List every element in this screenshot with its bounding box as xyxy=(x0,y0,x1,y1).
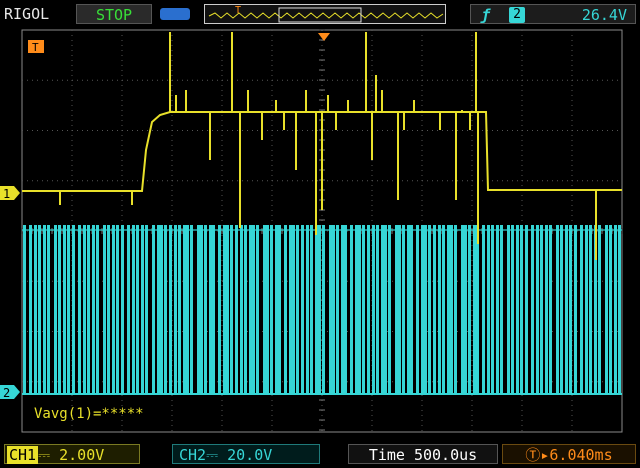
trigger-offset-panel[interactable]: Ⓣ▸6.040ms xyxy=(502,444,636,464)
svg-text:1: 1 xyxy=(3,187,10,201)
ch2-waveform xyxy=(22,225,622,395)
dc-coupling-icon: ⎓ xyxy=(206,446,228,464)
dc-coupling-icon: ⎓ xyxy=(38,446,60,464)
trigger-offset-icon: Ⓣ▸ xyxy=(525,446,550,464)
trigger-offset-value: 6.040ms xyxy=(549,446,613,464)
timebase-value: 500.0us xyxy=(413,446,478,464)
ch1-scale: 2.00V xyxy=(59,446,105,464)
timebase-panel[interactable]: Time 500.0us xyxy=(348,444,498,464)
ch2-ground-marker[interactable]: 2 xyxy=(0,385,20,400)
trigger-level-marker[interactable]: T xyxy=(28,40,44,54)
bottom-status-bar: CH1 ⎓ 2.00V CH2⎓ 20.0V Time 500.0us Ⓣ▸6.0… xyxy=(0,440,640,468)
ch2-label: CH2 xyxy=(179,446,207,464)
ch2-scale: 20.0V xyxy=(227,446,273,464)
ch1-label: CH1 xyxy=(7,446,39,464)
ch1-ground-marker[interactable]: 1 xyxy=(0,186,20,201)
time-label: Time xyxy=(368,446,405,464)
ch1-scale-panel[interactable]: CH1 ⎓ 2.00V xyxy=(4,444,140,464)
measurement-readout: Vavg(1)=***** xyxy=(34,406,144,422)
ch2-scale-panel[interactable]: CH2⎓ 20.0V xyxy=(172,444,320,464)
svg-text:2: 2 xyxy=(3,386,10,400)
scope-display: T 1 2 xyxy=(0,29,623,433)
svg-text:T: T xyxy=(32,41,39,54)
